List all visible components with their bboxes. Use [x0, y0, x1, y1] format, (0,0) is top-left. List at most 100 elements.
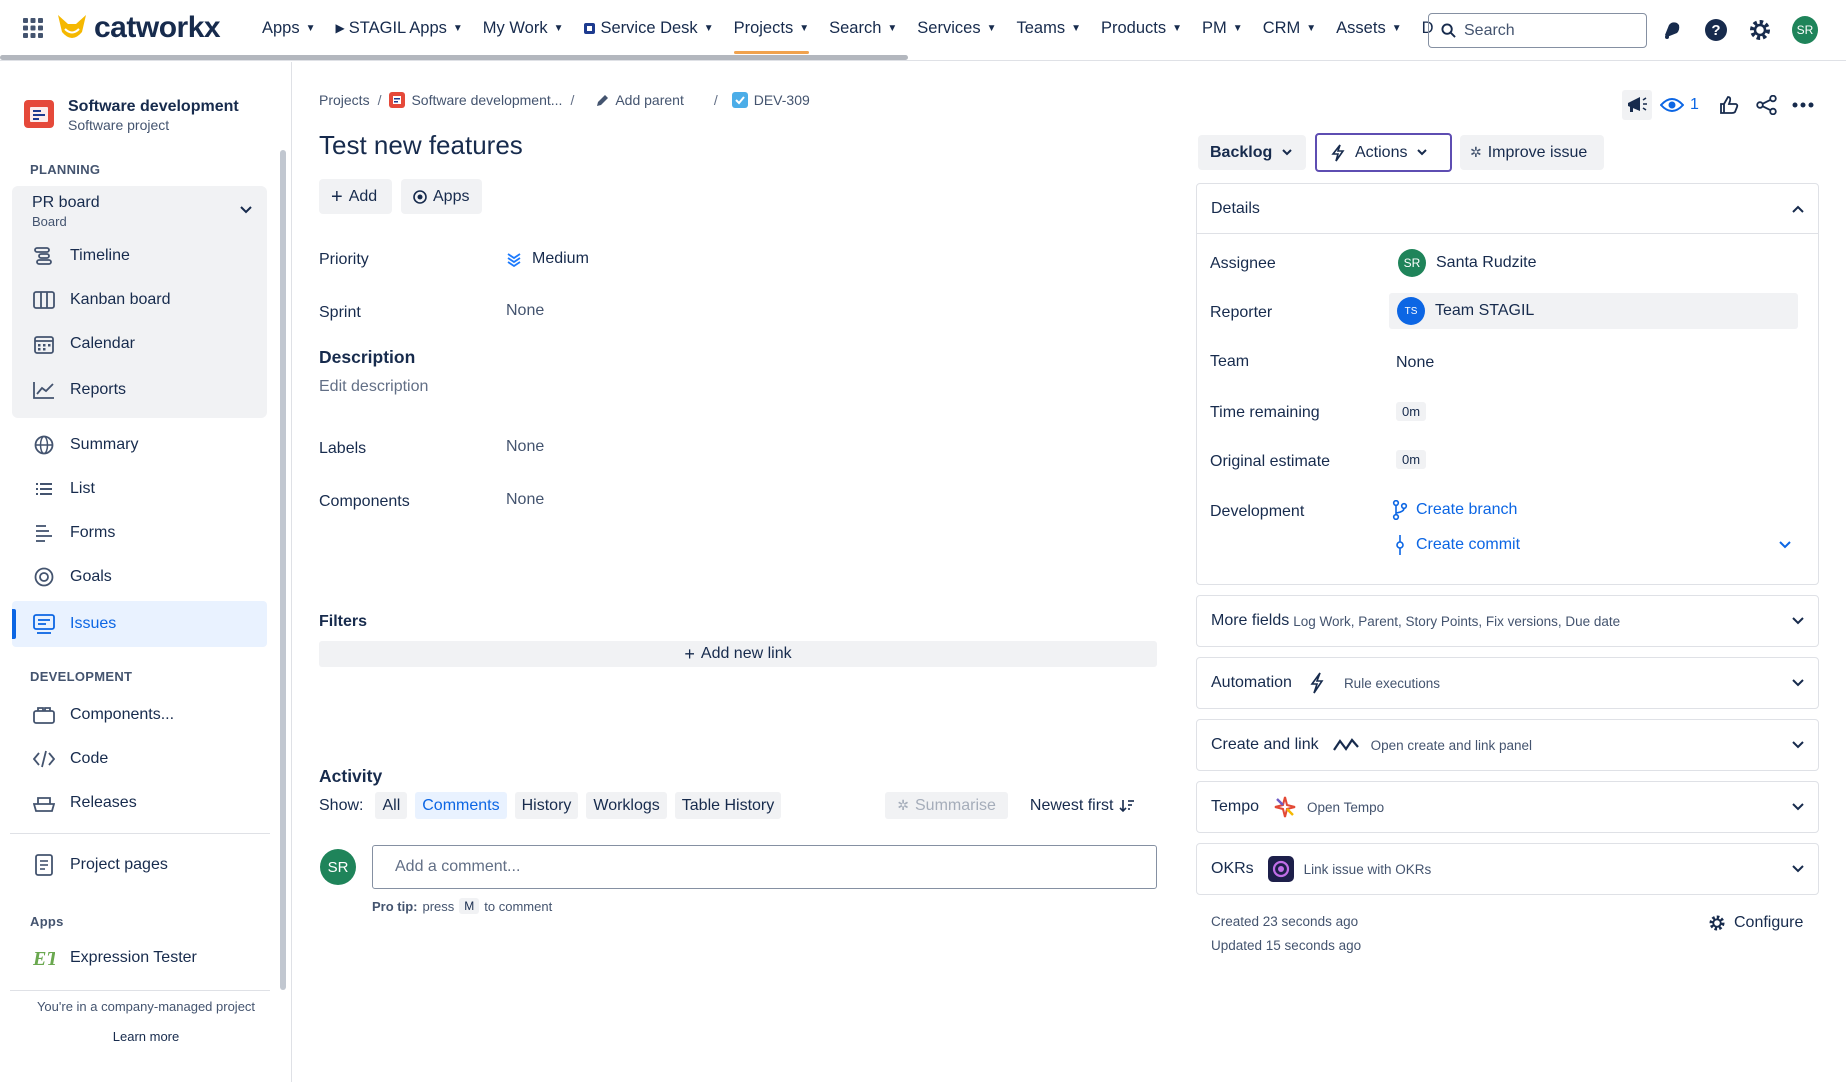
- breadcrumb-issue-key[interactable]: DEV-309: [731, 92, 810, 108]
- status-dropdown[interactable]: Backlog: [1198, 135, 1306, 170]
- activity-tab-history[interactable]: History: [514, 792, 579, 819]
- more-actions-icon[interactable]: [1790, 90, 1816, 120]
- assignee-field[interactable]: SR Santa Rudzite: [1398, 249, 1537, 277]
- reporter-field[interactable]: TS Team STAGIL: [1389, 293, 1798, 329]
- nav-crm[interactable]: CRM ▼: [1253, 0, 1326, 56]
- megaphone-icon[interactable]: [1622, 90, 1652, 120]
- description-editor[interactable]: Edit description: [319, 378, 428, 396]
- nav-services[interactable]: Services ▼: [907, 0, 1006, 56]
- create-commit-link[interactable]: Create commit: [1394, 535, 1520, 555]
- sidebar-item-releases[interactable]: Releases: [12, 782, 267, 824]
- notifications-icon[interactable]: [1659, 17, 1685, 43]
- comment-input[interactable]: Add a comment...: [372, 845, 1157, 889]
- nav-pm[interactable]: PM ▼: [1192, 0, 1253, 56]
- improve-issue-button[interactable]: ✲ Improve issue: [1460, 135, 1604, 170]
- activity-tab-all[interactable]: All: [375, 792, 408, 819]
- original-estimate-field[interactable]: 0m: [1396, 450, 1427, 469]
- sidebar-item-goals[interactable]: Goals: [12, 556, 267, 598]
- sidebar-item-kanban-board[interactable]: Kanban board: [12, 279, 267, 321]
- components-value[interactable]: None: [506, 491, 544, 509]
- create-branch-link[interactable]: Create branch: [1392, 500, 1517, 520]
- configure-button[interactable]: Configure: [1708, 914, 1803, 932]
- tempo-panel[interactable]: Tempo Open Tempo: [1196, 781, 1819, 833]
- time-remaining-field[interactable]: 0m: [1396, 402, 1427, 421]
- breadcrumb-projects[interactable]: Projects: [319, 92, 370, 108]
- automation-header[interactable]: Automation Rule executions: [1197, 658, 1818, 708]
- breadcrumb-add-parent[interactable]: Add parent: [596, 92, 684, 108]
- sidebar-item-reports[interactable]: Reports: [12, 369, 267, 411]
- nav-service-desk[interactable]: Service Desk ▼: [573, 0, 723, 56]
- settings-icon[interactable]: [1747, 17, 1773, 43]
- project-header[interactable]: Software development Software project: [24, 98, 239, 133]
- watch-button[interactable]: 1: [1660, 90, 1699, 120]
- nav-apps[interactable]: Apps ▼: [252, 0, 326, 56]
- branch-icon: [1392, 500, 1408, 520]
- priority-field[interactable]: Medium: [506, 250, 589, 268]
- summarise-button[interactable]: ✲ Summarise: [885, 792, 1008, 819]
- activity-tab-worklogs[interactable]: Worklogs: [586, 792, 667, 819]
- automation-panel[interactable]: Automation Rule executions: [1196, 657, 1819, 709]
- add-new-link-button[interactable]: + Add new link: [319, 641, 1157, 667]
- user-avatar[interactable]: SR: [1792, 16, 1818, 44]
- sidebar-scrollbar[interactable]: [280, 150, 286, 990]
- apps-button[interactable]: Apps: [401, 179, 482, 214]
- chevron-down-icon[interactable]: [240, 206, 252, 214]
- development-expand-chevron-icon[interactable]: [1779, 541, 1791, 549]
- learn-more-link[interactable]: Learn more: [0, 1029, 292, 1044]
- protip-press: press: [422, 898, 455, 914]
- issue-key-label: DEV-309: [753, 92, 810, 108]
- okrs-panel[interactable]: OKRs Link issue with OKRs: [1196, 843, 1819, 895]
- help-icon[interactable]: ?: [1703, 17, 1729, 43]
- sidebar-item-code[interactable]: Code: [12, 738, 267, 780]
- sprint-value[interactable]: None: [506, 302, 544, 320]
- breadcrumb-project[interactable]: Software development...: [389, 92, 562, 108]
- sidebar-item-project-pages[interactable]: Project pages: [12, 844, 267, 886]
- nav-search[interactable]: Search ▼: [819, 0, 907, 56]
- nav-products[interactable]: Products ▼: [1091, 0, 1192, 56]
- actions-dropdown[interactable]: Actions: [1315, 133, 1452, 172]
- nav-projects[interactable]: Projects ▼: [724, 0, 820, 56]
- project-name: Software development: [68, 98, 239, 115]
- board-selector[interactable]: PR board Board: [32, 194, 100, 229]
- reporter-avatar: TS: [1397, 297, 1425, 325]
- sidebar-item-summary[interactable]: Summary: [12, 424, 267, 466]
- app-switcher-icon[interactable]: [22, 17, 44, 39]
- nav-scrollbar[interactable]: [0, 55, 908, 60]
- nav-my-work[interactable]: My Work ▼: [473, 0, 574, 56]
- labels-value[interactable]: None: [506, 438, 544, 456]
- nav-teams[interactable]: Teams ▼: [1006, 0, 1091, 56]
- sidebar-item-timeline[interactable]: Timeline: [12, 235, 267, 277]
- catworkx-logo[interactable]: catworkx: [56, 11, 221, 45]
- configure-label: Configure: [1734, 914, 1804, 931]
- sidebar-item-expression-tester[interactable]: ET Expression Tester: [12, 937, 267, 979]
- team-value[interactable]: None: [1396, 354, 1434, 372]
- tempo-header[interactable]: Tempo Open Tempo: [1197, 782, 1818, 832]
- activity-tab-comments[interactable]: Comments: [415, 792, 507, 819]
- sidebar-item-components[interactable]: Components...: [12, 694, 267, 736]
- nav-assets[interactable]: Assets ▼: [1326, 0, 1411, 56]
- issue-title[interactable]: Test new features: [319, 130, 523, 161]
- chevron-down-icon: [1792, 803, 1804, 811]
- share-icon[interactable]: [1754, 90, 1780, 120]
- sidebar-item-label: Code: [70, 750, 109, 767]
- automation-sub: Rule executions: [1343, 675, 1440, 691]
- search-input[interactable]: Search: [1428, 13, 1647, 48]
- nav-stagil-apps[interactable]: ▶ STAGIL Apps ▼: [326, 0, 473, 56]
- sidebar-item-label: Reports: [70, 381, 127, 398]
- okrs-header[interactable]: OKRs Link issue with OKRs: [1197, 844, 1818, 894]
- sort-newest-first[interactable]: Newest first: [1030, 797, 1136, 815]
- sidebar-item-list[interactable]: List: [12, 468, 267, 510]
- like-icon[interactable]: [1716, 90, 1742, 120]
- sidebar-item-issues[interactable]: Issues: [12, 601, 267, 647]
- more-fields-header[interactable]: More fields Log Work, Parent, Story Poin…: [1197, 596, 1818, 646]
- create-and-link-panel[interactable]: Create and link Open create and link pan…: [1196, 719, 1819, 771]
- add-button[interactable]: + Add: [319, 179, 392, 214]
- more-fields-panel[interactable]: More fields Log Work, Parent, Story Poin…: [1196, 595, 1819, 647]
- details-header[interactable]: Details: [1197, 184, 1818, 234]
- create-and-link-header[interactable]: Create and link Open create and link pan…: [1197, 720, 1818, 770]
- sidebar-item-calendar[interactable]: Calendar: [12, 323, 267, 365]
- activity-tab-table-history[interactable]: Table History: [674, 792, 782, 819]
- updated-timestamp: Updated 15 seconds ago: [1211, 938, 1362, 953]
- settings-icon: [1708, 914, 1726, 932]
- sidebar-item-forms[interactable]: Forms: [12, 512, 267, 554]
